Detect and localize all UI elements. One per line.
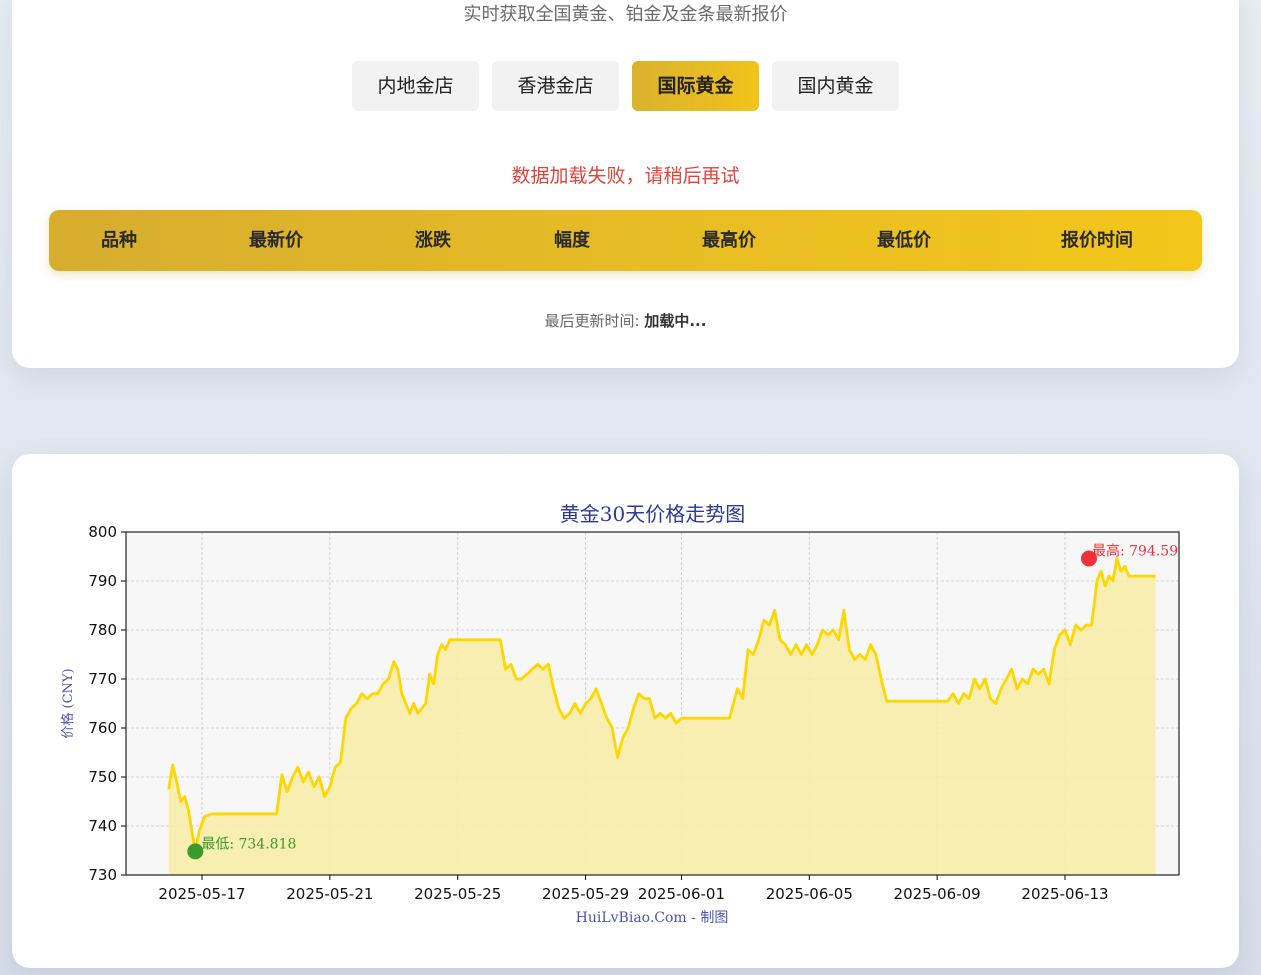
x-tick-label: 2025-05-25: [414, 885, 501, 903]
price-panel: 实时获取全国黄金、铂金及金条最新报价 内地金店 香港金店 国际黄金 国内黄金 数…: [12, 0, 1239, 368]
tab-hongkong-stores[interactable]: 香港金店: [492, 61, 619, 111]
y-tick-label: 770: [88, 670, 117, 688]
column-header-latest-price: 最新价: [249, 230, 303, 251]
x-tick-label: 2025-06-13: [1021, 885, 1108, 903]
y-tick-label: 750: [88, 768, 117, 786]
error-message: 数据加载失败，请稍后再试: [511, 165, 740, 187]
y-axis-label: 价格 (CNY): [60, 668, 76, 738]
x-tick-label: 2025-05-21: [286, 885, 373, 903]
chart-title: 黄金30天价格走势图: [560, 502, 745, 526]
chart-panel: 730 740 750 760 770 780 790 800 2025-05-17 2025-0…: [12, 454, 1239, 968]
y-tick-label: 790: [88, 572, 117, 590]
column-header-high: 最高价: [702, 230, 756, 251]
market-tabs: 内地金店 香港金店 国际黄金 国内黄金: [12, 61, 1239, 111]
min-price-label: 最低: 734.818: [201, 836, 296, 852]
x-tick-label: 2025-06-01: [638, 885, 725, 903]
tab-domestic-gold[interactable]: 国内黄金: [772, 61, 899, 111]
column-header-change-percent: 幅度: [554, 230, 590, 251]
chart-watermark: HuiLvBiao.Com - 制图: [576, 910, 729, 926]
price-table-header: 品种 最新价 涨跌 幅度 最高价 最低价 报价时间: [49, 210, 1202, 271]
x-tick-label: 2025-05-29: [542, 885, 629, 903]
last-update: 最后更新时间: 加载中...: [12, 310, 1239, 331]
y-tick-label: 760: [88, 719, 117, 737]
page-subtitle: 实时获取全国黄金、铂金及金条最新报价: [463, 4, 788, 25]
last-update-value: 加载中...: [644, 312, 707, 330]
y-tick-label: 800: [88, 523, 117, 541]
tab-international-gold[interactable]: 国际黄金: [632, 61, 759, 111]
y-tick-label: 730: [88, 866, 117, 884]
max-price-label: 最高: 794.59: [1092, 543, 1178, 560]
column-header-variety: 品种: [101, 230, 137, 251]
column-header-quote-time: 报价时间: [1061, 230, 1133, 251]
x-tick-label: 2025-05-17: [158, 885, 245, 903]
price-trend-chart: 730 740 750 760 770 780 790 800 2025-05-17 2025-0…: [60, 502, 1180, 926]
y-tick-label: 740: [88, 817, 117, 835]
last-update-label: 最后更新时间:: [544, 312, 640, 330]
y-tick-label: 780: [88, 621, 117, 639]
column-header-change: 涨跌: [415, 230, 451, 251]
column-header-low: 最低价: [877, 230, 931, 251]
tab-mainland-stores[interactable]: 内地金店: [352, 61, 479, 111]
x-tick-label: 2025-06-09: [894, 885, 981, 903]
x-tick-label: 2025-06-05: [766, 885, 853, 903]
